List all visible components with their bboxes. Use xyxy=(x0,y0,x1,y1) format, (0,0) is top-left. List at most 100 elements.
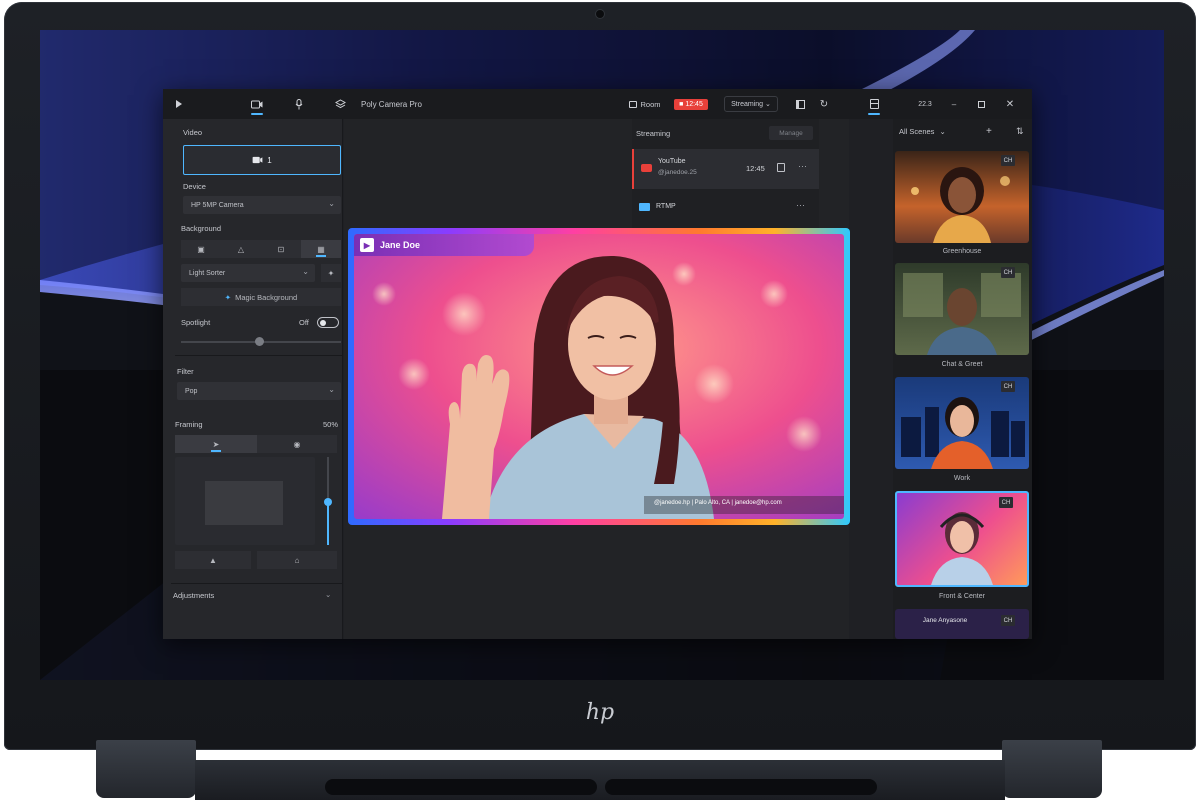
filter-select[interactable]: Pop ⌄ xyxy=(177,382,341,400)
laptop: Poly Camera Pro Room ■ 12:45 Streaming ⌄… xyxy=(0,0,1200,801)
hinge-left xyxy=(96,740,196,798)
tab-camera[interactable] xyxy=(235,89,279,119)
video-label: Video xyxy=(183,128,203,137)
zoom-handle[interactable] xyxy=(324,498,332,506)
background-select[interactable]: Light Sorter ⌄ xyxy=(181,264,315,282)
destination-account: @janedoe.25 xyxy=(658,169,697,176)
presenter-logo-icon: ▶ xyxy=(360,238,374,252)
window-value: 22.3 xyxy=(918,100,932,108)
copy-icon[interactable] xyxy=(777,163,785,172)
background-option-replace[interactable]: ⊡ xyxy=(261,240,301,258)
record-timer[interactable]: ■ 12:45 xyxy=(670,89,712,119)
speaker-vent xyxy=(605,779,877,795)
scene-label: Greenhouse xyxy=(942,248,982,255)
framing-label: Framing xyxy=(175,420,203,429)
scene-thumbnail-selected[interactable]: CH xyxy=(895,491,1029,587)
scene-chip: CH xyxy=(999,497,1013,508)
close-icon: ✕ xyxy=(1005,98,1015,110)
scene-list: CH Greenhouse CH Chat & Greet CH Work CH… xyxy=(893,119,1032,639)
background-option-blur[interactable]: △ xyxy=(221,240,261,258)
record-time: 12:45 xyxy=(685,100,703,108)
room-icon xyxy=(629,100,638,108)
title-bar: Poly Camera Pro Room ■ 12:45 Streaming ⌄… xyxy=(163,89,1032,119)
tab-effects[interactable] xyxy=(319,89,361,119)
slider-handle[interactable] xyxy=(255,337,264,346)
refresh-icon: ↻ xyxy=(819,98,829,110)
auto-frame-icon: ◉ xyxy=(293,439,301,449)
framing-action-left[interactable]: ▲ xyxy=(175,551,251,569)
adjustments-expand-icon[interactable]: ⌄ xyxy=(325,590,331,599)
streaming-label: Streaming xyxy=(731,101,764,108)
panel-icon xyxy=(795,99,805,109)
scene-chip: CH xyxy=(1001,381,1015,392)
cursor-icon: ➤ xyxy=(212,439,220,449)
maximize-button[interactable] xyxy=(967,89,995,119)
app-title: Poly Camera Pro xyxy=(361,99,422,109)
scene-caption: Jane Anyasone xyxy=(922,617,968,624)
sparkle-settings-icon: ✦ xyxy=(327,268,335,278)
framing-action-right[interactable]: ⌂ xyxy=(257,551,337,569)
record-badge: ■ 12:45 xyxy=(674,98,708,110)
framing-mode-manual[interactable]: ➤ xyxy=(175,435,257,453)
device-value: HP 5MP Camera xyxy=(191,201,244,209)
scenes-toggle-button[interactable] xyxy=(861,89,887,119)
scene-thumbnail[interactable]: CH xyxy=(895,263,1029,355)
divider xyxy=(171,583,343,584)
layout-toggle-button[interactable] xyxy=(789,89,811,119)
magic-background-button[interactable]: ✦ Magic Background xyxy=(181,288,341,306)
more-icon[interactable]: ⋯ xyxy=(798,161,807,172)
spotlight-toggle[interactable] xyxy=(317,317,339,328)
live-preview-frame[interactable]: ▶ Jane Doe @janedoe.hp | Palo Alto, CA |… xyxy=(348,228,850,525)
zoom-slider[interactable] xyxy=(324,457,332,545)
device-select[interactable]: HP 5MP Camera ⌄ xyxy=(183,196,341,214)
framing-preview[interactable] xyxy=(175,457,315,545)
more-icon[interactable]: ⋯ xyxy=(796,200,805,211)
streaming-dropdown[interactable]: Streaming ⌄ xyxy=(719,89,783,119)
scene-thumbnail[interactable]: CH xyxy=(895,377,1029,469)
divider xyxy=(175,355,343,356)
destination-youtube[interactable]: YouTube @janedoe.25 12:45 ⋯ xyxy=(632,149,819,189)
scene-chip: CH xyxy=(1001,155,1015,166)
destination-name: RTMP xyxy=(656,203,676,210)
framing-mode-auto[interactable]: ◉ xyxy=(257,435,337,453)
rtmp-icon xyxy=(639,203,650,211)
camera-count: 1 xyxy=(267,155,272,165)
preview-area: Streaming Manage YouTube @janedoe.25 12:… xyxy=(344,119,850,639)
maximize-icon xyxy=(977,100,985,108)
video-camera-icon xyxy=(251,100,263,108)
speaker-vent xyxy=(325,779,597,795)
scene-label: Front & Center xyxy=(939,593,985,600)
magic-wand-icon: ✦ xyxy=(224,292,232,302)
destination-rtmp[interactable]: RTMP ⋯ xyxy=(632,194,819,220)
spotlight-label: Spotlight xyxy=(181,318,211,327)
chevron-down-icon: ⌄ xyxy=(328,199,335,208)
scene-label: Chat & Greet xyxy=(941,361,983,368)
laptop-base xyxy=(195,760,1005,800)
webcam-dot xyxy=(596,10,604,18)
scene-thumbnail[interactable]: CH xyxy=(895,151,1029,243)
hinge-right xyxy=(1002,740,1102,798)
close-button[interactable]: ✕ xyxy=(995,89,1025,119)
scene-thumbnail[interactable]: Jane Anyasone CH xyxy=(895,609,1029,639)
minimize-button[interactable]: – xyxy=(941,89,967,119)
spotlight-slider[interactable] xyxy=(181,337,341,346)
chevron-down-icon: ⌄ xyxy=(328,385,335,394)
destination-name: YouTube xyxy=(658,158,686,165)
camera-source-card[interactable]: 1 xyxy=(183,145,341,175)
framing-region[interactable] xyxy=(205,481,283,525)
scene-chip: CH xyxy=(1001,267,1015,278)
streaming-header: Streaming xyxy=(636,129,671,138)
background-label: Background xyxy=(181,224,222,233)
manage-label: Manage xyxy=(779,129,803,137)
scene-chip: CH xyxy=(1001,615,1015,626)
background-option-none[interactable]: ▣ xyxy=(181,240,221,258)
background-option-image[interactable]: ▦ xyxy=(301,240,341,258)
microphone-icon xyxy=(295,98,303,109)
background-settings-button[interactable]: ✦ xyxy=(321,264,341,282)
layers-icon xyxy=(334,99,346,109)
spotlight-state: Off xyxy=(299,318,309,327)
tab-audio[interactable] xyxy=(279,89,319,119)
room-button[interactable]: Room xyxy=(625,89,665,119)
refresh-button[interactable]: ↻ xyxy=(813,89,835,119)
manage-button[interactable]: Manage xyxy=(769,126,813,140)
